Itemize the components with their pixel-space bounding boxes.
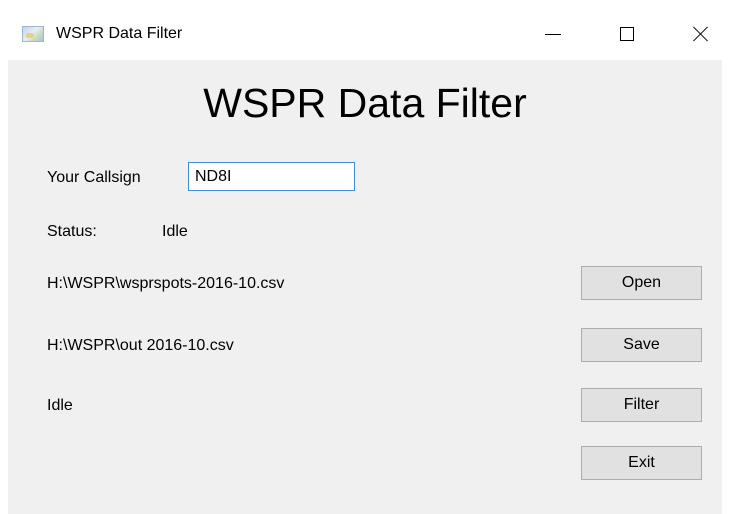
app-window: WSPR Data Filter WSPR Data Filter Your C… bbox=[0, 0, 730, 514]
minimize-icon bbox=[545, 33, 561, 35]
maximize-button[interactable] bbox=[604, 12, 650, 56]
close-icon bbox=[693, 26, 709, 42]
filter-button[interactable]: Filter bbox=[581, 388, 702, 422]
form-client-area: WSPR Data Filter Your Callsign Status: I… bbox=[8, 60, 722, 514]
app-icon[interactable] bbox=[22, 26, 44, 42]
exit-button[interactable]: Exit bbox=[581, 446, 702, 480]
callsign-label: Your Callsign bbox=[47, 169, 141, 186]
title-bar[interactable]: WSPR Data Filter bbox=[0, 0, 730, 60]
status-label: Status: bbox=[47, 223, 97, 240]
window-title: WSPR Data Filter bbox=[56, 25, 183, 42]
status-value: Idle bbox=[162, 223, 188, 240]
output-file-path: H:\WSPR\out 2016-10.csv bbox=[47, 337, 234, 354]
open-button[interactable]: Open bbox=[581, 266, 702, 300]
maximize-icon bbox=[620, 27, 634, 41]
callsign-input[interactable] bbox=[188, 162, 355, 191]
input-file-path: H:\WSPR\wsprspots-2016-10.csv bbox=[47, 275, 285, 292]
page-title: WSPR Data Filter bbox=[203, 80, 527, 126]
minimize-button[interactable] bbox=[530, 12, 576, 56]
save-button[interactable]: Save bbox=[581, 328, 702, 362]
progress-text: Idle bbox=[47, 397, 73, 414]
close-button[interactable] bbox=[678, 12, 724, 56]
